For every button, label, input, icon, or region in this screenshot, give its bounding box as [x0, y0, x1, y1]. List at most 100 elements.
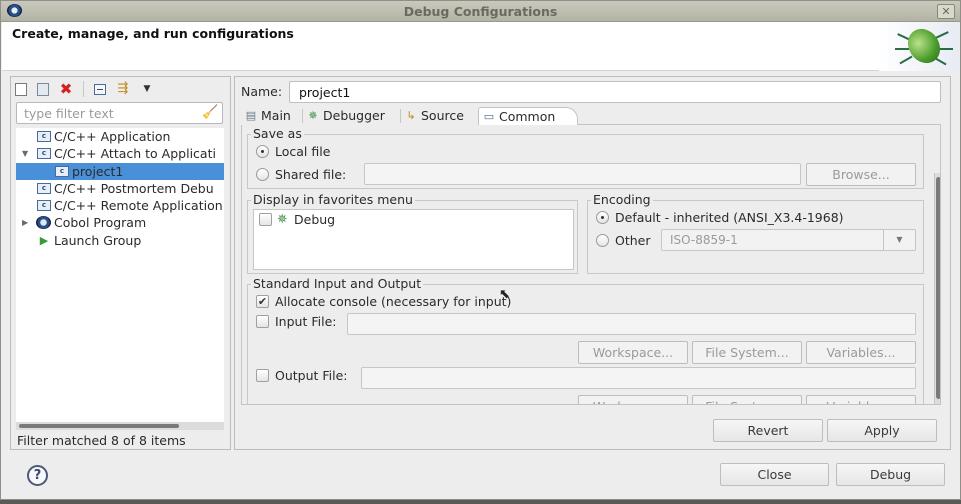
tree-item-label: C/C++ Application: [54, 129, 171, 144]
c-app-icon: c: [37, 182, 51, 194]
duplicate-icon[interactable]: [37, 82, 49, 96]
default-encoding-radio[interactable]: [596, 211, 609, 224]
default-encoding-label: Default - inherited (ANSI_X3.4-1968): [615, 210, 844, 225]
output-workspace-button[interactable]: Workspace...: [578, 395, 688, 404]
tree-item-cpp-application[interactable]: c C/C++ Application: [16, 128, 224, 145]
favorites-group: Display in favorites menu ✵ Debug: [247, 192, 578, 274]
tab-label: Main: [261, 108, 291, 123]
cobol-icon: [36, 216, 51, 230]
c-app-icon: c: [37, 131, 51, 142]
shared-file-input[interactable]: [364, 163, 801, 185]
input-filesystem-button[interactable]: File System...: [692, 341, 802, 364]
output-variables-button[interactable]: Variables...: [806, 395, 916, 404]
delete-icon[interactable]: ✖: [59, 82, 73, 97]
tree-item-cpp-attach[interactable]: ▼ c C/C++ Attach to Applicati: [16, 145, 224, 162]
other-encoding-radio[interactable]: [596, 234, 609, 247]
new-config-icon[interactable]: [15, 82, 27, 96]
debug-button[interactable]: Debug: [836, 463, 945, 486]
tree-item-cpp-remote[interactable]: c C/C++ Remote Application: [16, 197, 224, 214]
input-file-field[interactable]: [347, 313, 916, 335]
tab-source[interactable]: ↳ Source: [401, 107, 477, 125]
tree-item-label: project1: [72, 163, 124, 179]
revert-button[interactable]: Revert: [713, 419, 823, 442]
tab-label: Debugger: [323, 108, 385, 123]
scrollbar-thumb[interactable]: [936, 177, 940, 399]
tree-item-launch-group[interactable]: ▶ Launch Group: [16, 232, 224, 249]
other-encoding-label: Other: [615, 233, 651, 248]
name-input[interactable]: [289, 81, 941, 103]
tree-item-label: C/C++ Remote Application: [54, 198, 223, 214]
common-tab-content: Save as Local file Shared file: Browse..…: [241, 125, 941, 405]
config-tabs: ▤ Main ✵ Debugger ↳ Source ▭ Common: [241, 107, 941, 125]
window-title: Debug Configurations: [403, 4, 558, 19]
save-as-group: Save as Local file Shared file: Browse..…: [247, 126, 924, 189]
chevron-down-icon[interactable]: ▼: [883, 230, 915, 250]
local-file-label: Local file: [275, 144, 331, 159]
shared-file-label: Shared file:: [275, 167, 347, 182]
output-file-field[interactable]: [361, 367, 916, 389]
allocate-console-label: Allocate console (necessary for input): [275, 294, 512, 309]
filter-input[interactable]: [24, 105, 194, 121]
tree-horizontal-scrollbar[interactable]: [16, 422, 224, 430]
dialog-header: Create, manage, and run configurations: [2, 22, 959, 71]
debug-bug-banner-icon: [879, 22, 959, 71]
tree-item-cpp-postmortem[interactable]: c C/C++ Postmortem Debu: [16, 180, 224, 197]
favorites-list: ✵ Debug: [253, 209, 574, 270]
bug-icon: ✵: [277, 211, 288, 226]
content-vertical-scrollbar[interactable]: [934, 173, 940, 404]
source-icon: ↳: [406, 109, 416, 122]
combo-value: ISO-8859-1: [670, 233, 738, 247]
favorite-debug-label: Debug: [294, 212, 336, 227]
tab-common[interactable]: ▭ Common: [478, 107, 578, 125]
output-file-checkbox[interactable]: [256, 369, 269, 382]
name-label: Name:: [241, 84, 283, 99]
local-file-radio[interactable]: [256, 145, 269, 158]
browse-button[interactable]: Browse...: [806, 163, 916, 186]
group-title: Encoding: [591, 192, 653, 207]
filter-icon[interactable]: ⇶: [116, 82, 130, 96]
configuration-list-panel: ✖ ⇶ ▼ 🧹 c C/C++ Application ▼ c C/C++ At…: [10, 76, 231, 450]
configuration-toolbar: ✖ ⇶ ▼: [15, 80, 154, 98]
clear-filter-icon[interactable]: 🧹: [202, 105, 218, 120]
window-close-button[interactable]: ✕: [937, 4, 955, 19]
configuration-editor-panel: Name: ▤ Main ✵ Debugger ↳ Source ▭ Commo…: [234, 76, 951, 450]
debug-configurations-dialog: Debug Configurations ✕ Create, manage, a…: [0, 0, 961, 500]
title-bar: Debug Configurations ✕: [1, 1, 960, 22]
tree-item-label: Launch Group: [54, 232, 142, 248]
tree-item-project1[interactable]: c project1: [16, 162, 224, 180]
close-button[interactable]: Close: [720, 463, 829, 486]
input-file-checkbox[interactable]: [256, 315, 269, 328]
dialog-header-title: Create, manage, and run configurations: [12, 26, 294, 41]
group-title: Save as: [251, 126, 304, 141]
c-app-icon: c: [37, 200, 51, 212]
input-variables-button[interactable]: Variables...: [806, 341, 916, 364]
bug-icon: ✵: [308, 109, 318, 122]
input-file-label: Input File:: [275, 314, 337, 329]
view-menu-dropdown-icon[interactable]: ▼: [140, 82, 154, 96]
collapse-all-icon[interactable]: [94, 83, 106, 95]
other-encoding-combo[interactable]: ISO-8859-1 ▼: [661, 229, 916, 251]
expand-arrow-icon[interactable]: ▼: [22, 145, 32, 162]
output-filesystem-button[interactable]: File System...: [692, 395, 802, 404]
tree-item-cobol-program[interactable]: ▶ Cobol Program: [16, 214, 224, 231]
output-file-label: Output File:: [275, 368, 348, 383]
configuration-tree: c C/C++ Application ▼ c C/C++ Attach to …: [16, 128, 224, 422]
input-workspace-button[interactable]: Workspace...: [578, 341, 688, 364]
group-title: Display in favorites menu: [251, 192, 415, 207]
filter-status-text: Filter matched 8 of 8 items: [17, 433, 186, 448]
c-app-icon: c: [55, 165, 69, 177]
help-icon[interactable]: ?: [27, 465, 48, 486]
tab-debugger[interactable]: ✵ Debugger: [303, 107, 398, 125]
favorite-debug-checkbox[interactable]: [259, 213, 272, 226]
shared-file-radio[interactable]: [256, 168, 269, 181]
apply-button[interactable]: Apply: [827, 419, 937, 442]
tree-item-label: Cobol Program: [54, 215, 147, 231]
encoding-group: Encoding Default - inherited (ANSI_X3.4-…: [587, 192, 924, 274]
scrollbar-thumb[interactable]: [19, 424, 179, 428]
tab-main[interactable]: ▤ Main: [241, 107, 301, 125]
launch-group-icon: ▶: [39, 233, 49, 247]
tree-item-label: C/C++ Postmortem Debu: [54, 180, 214, 196]
tab-label: Source: [421, 108, 464, 123]
allocate-console-checkbox[interactable]: ✔: [256, 295, 269, 308]
expand-arrow-icon[interactable]: ▶: [22, 214, 32, 231]
